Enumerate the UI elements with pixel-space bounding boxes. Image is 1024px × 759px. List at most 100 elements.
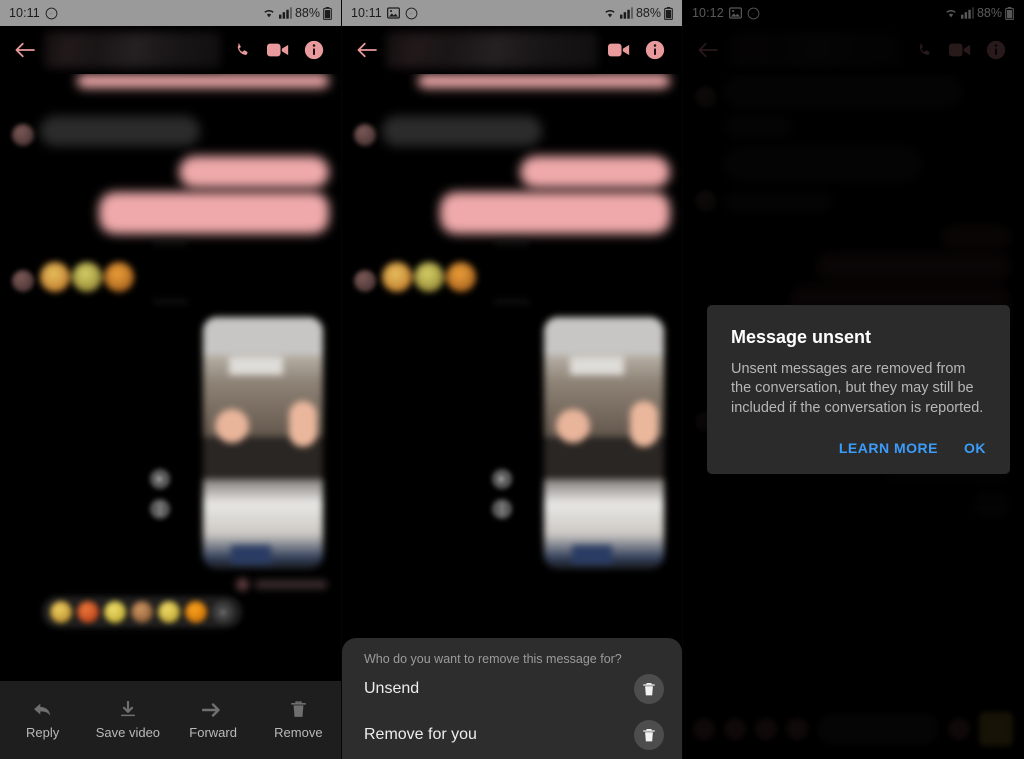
message-row[interactable] [0, 156, 341, 188]
message-row[interactable] [0, 192, 341, 234]
trash-icon[interactable] [634, 674, 664, 704]
status-bar-left: 10:11 [9, 6, 58, 20]
conversation-title-blurred[interactable] [386, 32, 598, 68]
reply-button[interactable]: Reply [0, 701, 85, 740]
phone-panel-remove-sheet: 10:11 88% ••••••••• ••••••••• Who do you… [341, 0, 683, 759]
message-row[interactable] [0, 262, 341, 292]
status-time: 10:11 [351, 6, 382, 20]
status-bar: 10:11 88% [0, 0, 341, 26]
conversation-thread[interactable]: ••••••••• ••••••••• [0, 74, 341, 759]
status-bar-left: 10:11 [351, 6, 418, 20]
message-row[interactable] [342, 262, 682, 292]
add-reaction-icon[interactable]: + [212, 601, 234, 623]
outgoing-message-bubble[interactable] [179, 156, 329, 188]
remove-button[interactable]: Remove [256, 700, 341, 740]
forward-button[interactable]: Forward [171, 701, 256, 740]
back-arrow-icon[interactable] [10, 41, 40, 59]
image-icon [386, 7, 400, 19]
message-row[interactable] [342, 74, 682, 88]
info-icon[interactable] [638, 40, 672, 60]
wifi-icon [262, 7, 276, 19]
status-bar-right: 88% [603, 6, 673, 20]
signal-icon [278, 7, 292, 19]
outgoing-message-bubble[interactable] [99, 192, 329, 234]
wifi-icon [603, 7, 617, 19]
outgoing-message-bubble[interactable] [440, 192, 670, 234]
battery-icon [664, 6, 673, 20]
conversation-app-bar [342, 26, 682, 74]
seen-avatar [236, 578, 249, 591]
incoming-sticker[interactable] [382, 262, 476, 292]
outgoing-message-bubble[interactable] [520, 156, 670, 188]
message-status-row [0, 578, 341, 591]
screenshot-triptych: 10:11 88% ••••••••• ••••••••• + Reply Sa… [0, 0, 1024, 759]
reply-label: Reply [26, 724, 60, 740]
video-message-row[interactable] [342, 317, 682, 569]
trash-icon[interactable] [634, 720, 664, 750]
reaction-emoji[interactable] [131, 601, 153, 623]
ok-button[interactable]: OK [964, 440, 986, 456]
dialog-title: Message unsent [731, 327, 872, 347]
message-timestamp: ••••••••• [494, 239, 530, 250]
remove-label: Remove [274, 725, 323, 740]
incoming-sticker[interactable] [40, 262, 134, 292]
avatar [12, 124, 34, 146]
download-icon [118, 700, 138, 719]
learn-more-button[interactable]: LEARN MORE [839, 440, 938, 456]
reaction-emoji[interactable] [185, 601, 207, 623]
message-unsent-dialog: Message unsent Unsent messages are remov… [707, 305, 1010, 474]
remove-for-you-option[interactable]: Remove for you [354, 712, 670, 758]
video-more-icon[interactable] [150, 499, 170, 519]
messenger-icon [45, 7, 58, 20]
video-message-thumbnail[interactable] [544, 317, 664, 569]
status-bar-right: 88% [262, 6, 332, 20]
video-play-icon[interactable] [492, 469, 512, 489]
video-call-icon[interactable] [602, 42, 636, 58]
dialog-message: Unsent messages are removed from the con… [731, 361, 984, 416]
outgoing-message-bubble[interactable] [418, 74, 670, 88]
battery-percent: 88% [294, 6, 320, 20]
reaction-emoji[interactable] [50, 601, 72, 623]
seen-label [255, 580, 327, 589]
sheet-title: Who do you want to remove this message f… [364, 652, 622, 666]
avatar [354, 124, 376, 146]
unsend-option[interactable]: Unsend [354, 666, 670, 712]
reply-arrow-icon [32, 701, 54, 719]
forward-arrow-icon [202, 701, 224, 719]
message-timestamp: ••••••••• [494, 297, 530, 308]
incoming-message-bubble[interactable] [382, 116, 542, 146]
save-video-button[interactable]: Save video [85, 700, 170, 740]
message-row[interactable] [0, 74, 341, 88]
outgoing-message-bubble[interactable] [77, 74, 329, 88]
info-icon[interactable] [297, 40, 331, 60]
call-icon[interactable] [225, 41, 259, 60]
video-call-icon[interactable] [261, 42, 295, 58]
message-row[interactable] [0, 116, 341, 146]
reaction-picker-bar[interactable]: + [42, 596, 242, 628]
back-arrow-icon[interactable] [352, 41, 382, 59]
message-row[interactable] [342, 116, 682, 146]
message-row[interactable] [342, 156, 682, 188]
video-overlay-controls[interactable] [492, 469, 512, 519]
battery-percent: 88% [635, 6, 661, 20]
remove-message-bottom-sheet[interactable]: Who do you want to remove this message f… [342, 638, 682, 759]
video-message-row[interactable] [0, 317, 341, 569]
video-message-thumbnail[interactable] [203, 317, 323, 569]
incoming-message-bubble[interactable] [40, 116, 200, 146]
message-action-bar[interactable]: Reply Save video Forward Remove [0, 681, 341, 759]
video-more-icon[interactable] [492, 499, 512, 519]
video-overlay-controls[interactable] [150, 469, 170, 519]
phone-panel-message-unsent-dialog: 10:12 88% [683, 0, 1023, 759]
status-bar: 10:11 88% [342, 0, 682, 26]
conversation-title-blurred[interactable] [44, 32, 221, 68]
status-time: 10:11 [9, 6, 40, 20]
reaction-emoji[interactable] [77, 601, 99, 623]
message-row[interactable] [342, 192, 682, 234]
avatar [354, 270, 376, 292]
reaction-emoji[interactable] [104, 601, 126, 623]
forward-label: Forward [189, 724, 237, 740]
signal-icon [619, 7, 633, 19]
reaction-emoji[interactable] [158, 601, 180, 623]
save-video-label: Save video [95, 724, 161, 740]
video-play-icon[interactable] [150, 469, 170, 489]
